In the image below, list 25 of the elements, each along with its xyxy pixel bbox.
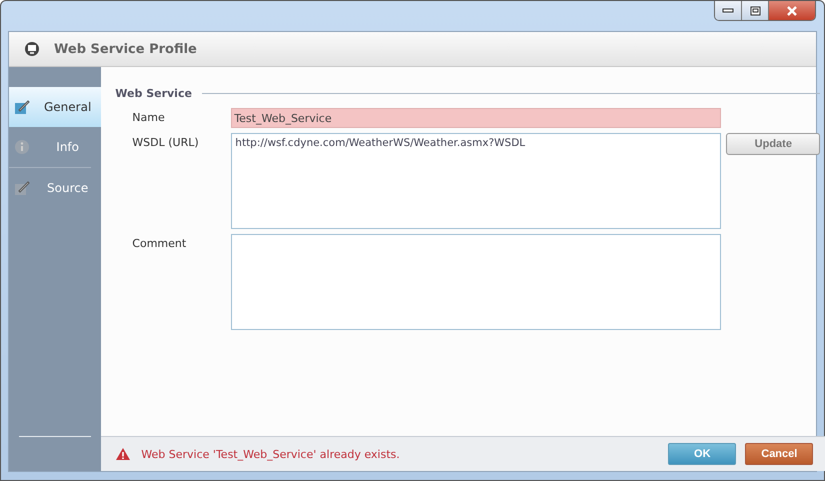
field-label: WSDL (URL) [131, 135, 200, 149]
section-title: Web Service [115, 87, 192, 100]
pencil-icon [14, 180, 30, 196]
maximize-button[interactable] [742, 1, 769, 20]
minimize-button[interactable] [715, 1, 742, 20]
info-icon [14, 139, 30, 155]
update-button[interactable]: Update [726, 133, 820, 155]
monitor-icon [24, 41, 40, 57]
window-title: Web Service Profile [54, 42, 197, 56]
maximize-icon [750, 6, 760, 16]
url-field[interactable]: http://wsf.cdyne.com/WeatherWS/Weather.asmx?WSDL [231, 133, 722, 229]
sidebar-item[interactable]: Info [9, 127, 92, 168]
close-button[interactable] [769, 1, 815, 20]
close-icon [786, 6, 798, 16]
field-label: Name [131, 110, 166, 124]
pencil-icon [14, 99, 30, 115]
field-label: Comment [131, 236, 188, 250]
sidebar-item[interactable]: General [9, 87, 102, 127]
ok-button[interactable]: OK [668, 443, 736, 465]
cancel-button[interactable]: Cancel [745, 443, 814, 465]
error-message: Web Service 'Test_Web_Service' already exists. [141, 448, 401, 460]
sidebar-item[interactable]: Source [9, 168, 92, 208]
minimize-icon [722, 8, 734, 14]
name-field[interactable]: Test_Web_Service [231, 108, 722, 128]
comment-field[interactable] [231, 234, 722, 330]
